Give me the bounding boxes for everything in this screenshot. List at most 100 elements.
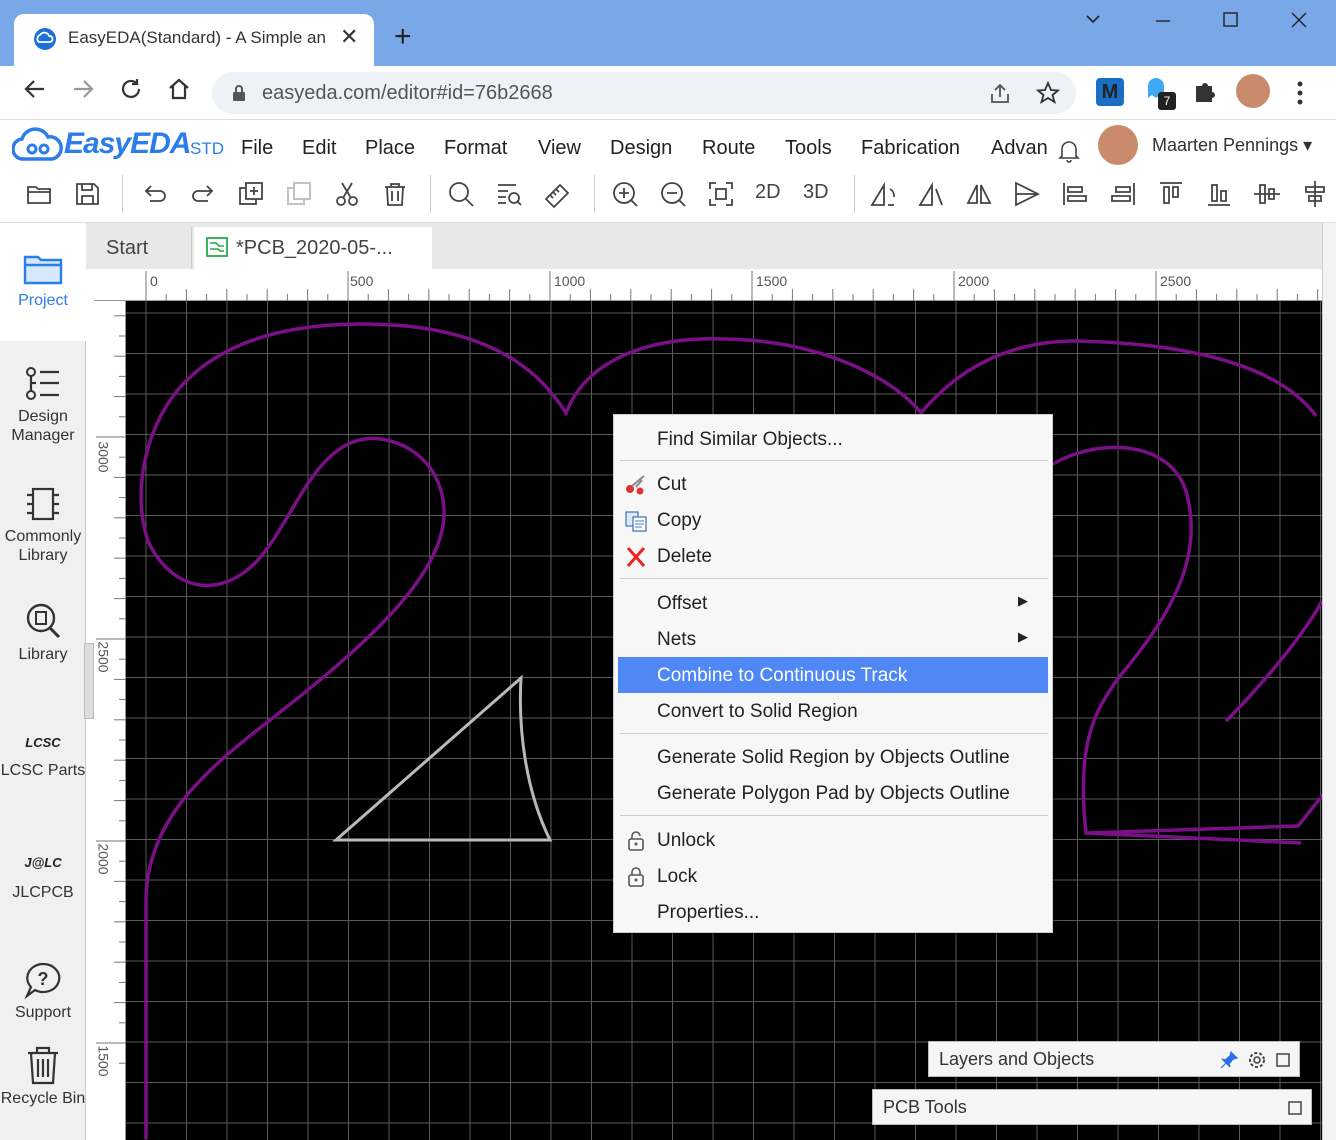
home-icon[interactable]: [166, 76, 192, 109]
sidebar-item-jlcpcb[interactable]: J@LC JLCPCB: [0, 843, 86, 902]
menu-tools[interactable]: Tools: [785, 137, 832, 160]
sidebar-item-lcsc-parts[interactable]: LCSC LCSC Parts: [0, 725, 86, 780]
zoom-in-icon[interactable]: [610, 179, 640, 209]
sidebar-item-project[interactable]: Project: [0, 223, 86, 341]
menu-advanced[interactable]: Advan: [991, 137, 1053, 160]
menu-item-label: Combine to Continuous Track: [657, 665, 908, 686]
tab-pcb[interactable]: *PCB_2020-05-...: [194, 227, 432, 269]
sidebar-item-library[interactable]: Library: [0, 601, 86, 664]
ruler-top-ticks: [145, 271, 1319, 301]
view-3d-button[interactable]: 3D: [803, 181, 829, 204]
window-close-icon[interactable]: [1290, 10, 1308, 34]
undo-icon[interactable]: [140, 179, 170, 209]
address-bar[interactable]: easyeda.com/editor#id=76b2668: [212, 72, 1076, 114]
sidebar-item-commonly-library[interactable]: Commonly Library: [0, 485, 86, 565]
rotate-right-icon[interactable]: [916, 179, 946, 209]
menu-place[interactable]: Place: [365, 137, 415, 160]
browser-tab[interactable]: EasyEDA(Standard) - A Simple an ✕: [14, 14, 374, 66]
rotate-left-icon[interactable]: [868, 179, 898, 209]
digit-outline-track-right[interactable]: [1224, 600, 1322, 723]
sidebar-collapse-handle[interactable]: [84, 643, 94, 719]
panel-maximize-icon[interactable]: [1287, 1100, 1303, 1116]
maximize-icon[interactable]: [1222, 10, 1240, 34]
menu-item-offset[interactable]: Offset ▶: [618, 585, 1048, 621]
align-center-horizontal-icon[interactable]: [1300, 179, 1330, 209]
extension-ghost-icon[interactable]: 7: [1144, 76, 1178, 112]
sidebar-item-support[interactable]: ? Support: [0, 961, 86, 1022]
menu-item-lock[interactable]: Lock: [618, 858, 1048, 894]
search-icon[interactable]: [446, 179, 476, 209]
sidebar-item-label: Project: [18, 292, 68, 309]
right-panel-strip[interactable]: [1322, 223, 1336, 1140]
menu-item-properties[interactable]: Properties...: [618, 894, 1048, 930]
menu-item-cut[interactable]: Cut: [618, 466, 1048, 502]
view-2d-button[interactable]: 2D: [755, 181, 781, 204]
paste-icon[interactable]: [284, 179, 314, 209]
align-right-icon[interactable]: [1108, 179, 1138, 209]
settings-gear-icon[interactable]: [1247, 1050, 1267, 1070]
fit-view-icon[interactable]: [706, 179, 736, 209]
menu-item-generate-solid-region[interactable]: Generate Solid Region by Objects Outline: [618, 739, 1048, 775]
zoom-out-icon[interactable]: [658, 179, 688, 209]
duplicate-icon[interactable]: [236, 179, 266, 209]
menu-item-generate-polygon-pad[interactable]: Generate Polygon Pad by Objects Outline: [618, 775, 1048, 811]
menu-fabrication[interactable]: Fabrication: [861, 137, 960, 160]
menu-item-copy[interactable]: Copy: [618, 502, 1048, 538]
tab-start[interactable]: Start: [94, 227, 192, 269]
panel-maximize-icon[interactable]: [1275, 1052, 1291, 1068]
menu-design[interactable]: Design: [610, 137, 672, 160]
flip-vertical-icon[interactable]: [1012, 179, 1042, 209]
delete-icon[interactable]: [380, 179, 410, 209]
forward-icon[interactable]: [70, 76, 96, 109]
new-tab-icon[interactable]: +: [394, 22, 412, 52]
pin-icon[interactable]: [1219, 1050, 1239, 1070]
ruler-top-label: 2500: [1160, 273, 1192, 289]
bookmark-star-icon[interactable]: [1035, 80, 1061, 110]
redo-icon[interactable]: [188, 179, 218, 209]
align-bottom-icon[interactable]: [1204, 179, 1234, 209]
cut-icon[interactable]: [332, 179, 362, 209]
pcb-doc-icon: [206, 237, 228, 257]
menu-item-label: Properties...: [657, 902, 760, 923]
extensions-puzzle-icon[interactable]: [1192, 78, 1218, 109]
profile-avatar[interactable]: [1236, 74, 1270, 108]
sidebar-item-design-manager[interactable]: Design Manager: [0, 365, 86, 445]
menu-edit[interactable]: Edit: [302, 137, 336, 160]
align-top-icon[interactable]: [1156, 179, 1186, 209]
submenu-arrow-icon: ▶: [1018, 629, 1028, 644]
menu-file[interactable]: File: [241, 137, 273, 160]
measure-ruler-icon[interactable]: [542, 179, 572, 209]
tab-close-icon[interactable]: ✕: [340, 24, 358, 50]
browser-menu-icon[interactable]: [1292, 80, 1308, 111]
pcb-tools-panel[interactable]: PCB Tools: [872, 1089, 1312, 1125]
layers-objects-panel[interactable]: Layers and Objects: [928, 1041, 1300, 1077]
submenu-arrow-icon: ▶: [1018, 593, 1028, 608]
menu-item-delete[interactable]: Delete: [618, 538, 1048, 574]
menu-item-convert-solid-region[interactable]: Convert to Solid Region: [618, 693, 1048, 729]
user-avatar[interactable]: [1098, 125, 1138, 165]
menu-route[interactable]: Route: [702, 137, 755, 160]
user-name[interactable]: Maarten Pennings ▾: [1152, 135, 1312, 156]
extension-m-icon[interactable]: M: [1096, 78, 1124, 106]
menu-format[interactable]: Format: [444, 137, 507, 160]
minimize-icon[interactable]: [1154, 10, 1172, 34]
flip-horizontal-icon[interactable]: [964, 179, 994, 209]
sidebar-item-recycle-bin[interactable]: Recycle Bin: [0, 1045, 86, 1108]
align-center-vertical-icon[interactable]: [1252, 179, 1282, 209]
menu-item-combine-continuous-track[interactable]: Combine to Continuous Track: [618, 657, 1048, 693]
menu-item-unlock[interactable]: Unlock: [618, 822, 1048, 858]
menu-view[interactable]: View: [538, 137, 581, 160]
padlock-icon[interactable]: [232, 84, 246, 101]
find-list-icon[interactable]: [494, 179, 524, 209]
back-icon[interactable]: [22, 76, 48, 109]
share-icon[interactable]: [988, 82, 1012, 111]
save-icon[interactable]: [72, 179, 102, 209]
menu-item-find-similar[interactable]: Find Similar Objects...: [618, 421, 1048, 457]
menu-item-nets[interactable]: Nets ▶: [618, 621, 1048, 657]
tab-search-icon[interactable]: [1084, 10, 1102, 34]
open-folder-icon[interactable]: [24, 179, 54, 209]
url-text[interactable]: easyeda.com/editor#id=76b2668: [262, 82, 553, 105]
align-left-icon[interactable]: [1060, 179, 1090, 209]
bell-icon[interactable]: [1056, 137, 1082, 163]
reload-icon[interactable]: [118, 76, 144, 109]
